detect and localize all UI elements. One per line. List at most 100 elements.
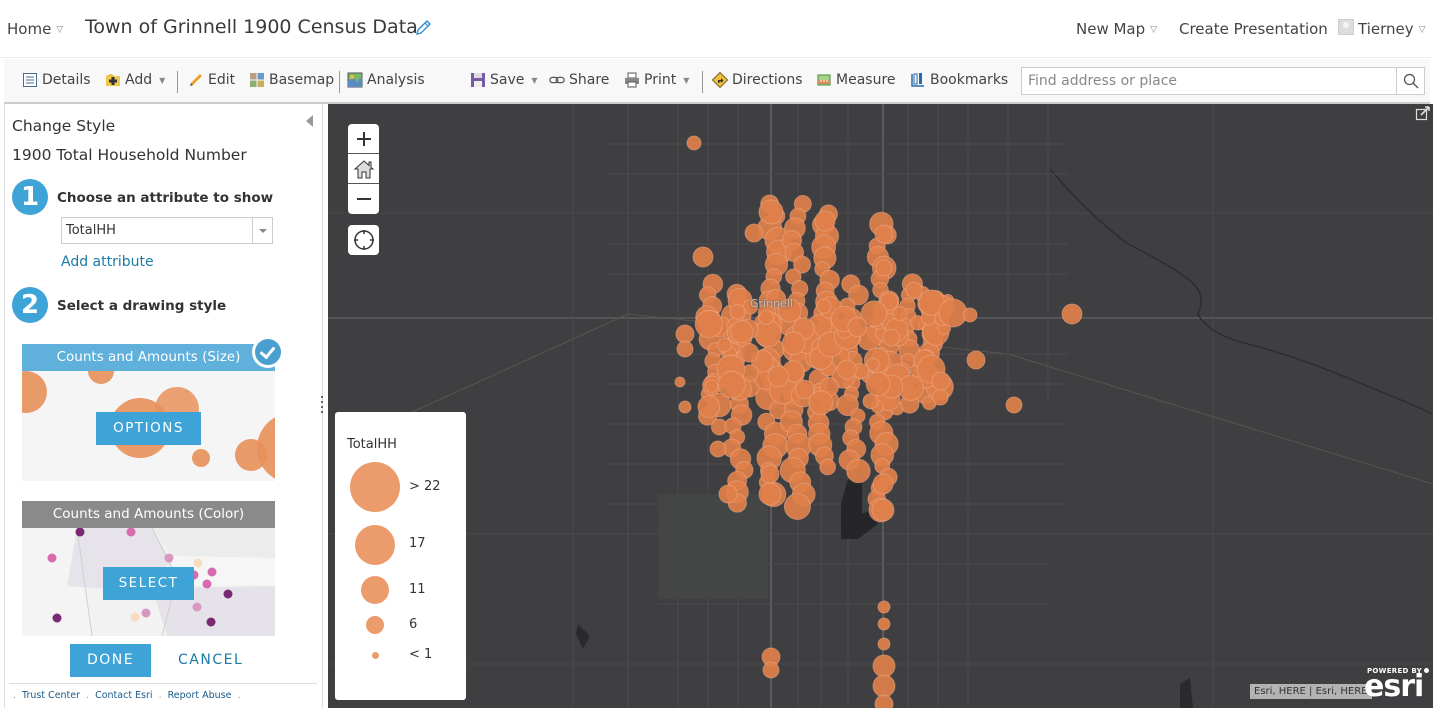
household-point[interactable] xyxy=(717,337,732,353)
options-button[interactable]: OPTIONS xyxy=(96,412,201,445)
household-point[interactable] xyxy=(872,473,894,495)
household-point[interactable] xyxy=(709,440,727,458)
cancel-button[interactable]: CANCEL xyxy=(178,652,243,668)
household-point[interactable] xyxy=(905,281,923,299)
household-point[interactable] xyxy=(931,371,951,391)
collapse-panel-icon[interactable] xyxy=(306,115,313,127)
household-point[interactable] xyxy=(704,379,719,393)
household-point[interactable] xyxy=(760,464,780,484)
household-point[interactable] xyxy=(686,135,702,151)
add-attribute-link[interactable]: Add attribute xyxy=(61,254,154,270)
household-point[interactable] xyxy=(846,458,871,484)
zoom-out-button[interactable] xyxy=(348,184,379,214)
zoom-in-button[interactable] xyxy=(348,124,379,154)
measure-button[interactable]: Measure xyxy=(816,72,896,88)
household-point[interactable] xyxy=(694,309,723,339)
style-card-color[interactable]: Counts and Amounts (Color) SELECT xyxy=(22,501,275,636)
household-point[interactable] xyxy=(697,395,721,419)
panel-resize-handle[interactable] xyxy=(321,396,324,414)
home-menu[interactable]: Home ▽ xyxy=(7,20,63,38)
select-style-button[interactable]: SELECT xyxy=(103,567,194,600)
household-point[interactable] xyxy=(874,694,894,708)
default-extent-button[interactable] xyxy=(348,154,379,184)
legend-symbol-circle xyxy=(372,652,379,659)
household-point[interactable] xyxy=(781,331,806,356)
directions-button[interactable]: Directions xyxy=(712,72,803,88)
household-point[interactable] xyxy=(1061,303,1083,325)
search-button[interactable] xyxy=(1396,68,1424,94)
household-point[interactable] xyxy=(874,224,894,244)
household-point[interactable] xyxy=(739,342,760,363)
household-point[interactable] xyxy=(730,320,754,344)
footer-divider xyxy=(9,683,317,684)
legend-label: > 22 xyxy=(409,479,441,494)
locate-button[interactable] xyxy=(348,225,379,255)
done-button[interactable]: DONE xyxy=(70,644,151,677)
household-point[interactable] xyxy=(877,600,891,614)
share-button[interactable]: Share xyxy=(549,72,609,88)
new-map-menu[interactable]: New Map ▽ xyxy=(1076,20,1157,38)
add-button[interactable]: Add ▼ xyxy=(105,72,165,88)
style-card-title: Counts and Amounts (Size) xyxy=(22,344,275,371)
household-point[interactable] xyxy=(872,654,896,678)
basemap-button[interactable]: Basemap xyxy=(249,72,334,88)
user-menu[interactable]: Tierney ▽ xyxy=(1358,20,1426,38)
household-point[interactable] xyxy=(962,307,978,323)
edit-title-pencil-icon[interactable] xyxy=(414,19,432,37)
report-abuse-link[interactable]: Report Abuse xyxy=(168,690,232,701)
print-button[interactable]: Print ▼ xyxy=(624,72,689,88)
household-point[interactable] xyxy=(814,210,836,232)
household-point[interactable] xyxy=(758,199,784,225)
legend-label: 11 xyxy=(409,582,426,597)
style-card-title: Counts and Amounts (Color) xyxy=(22,501,275,528)
household-point[interactable] xyxy=(678,400,692,414)
household-point[interactable] xyxy=(729,304,746,320)
household-point[interactable] xyxy=(932,388,949,406)
household-point[interactable] xyxy=(966,350,986,370)
household-point[interactable] xyxy=(847,316,868,338)
household-point[interactable] xyxy=(676,340,694,358)
household-point[interactable] xyxy=(718,484,738,504)
user-avatar[interactable] xyxy=(1338,19,1354,35)
map-legend: TotalHH > 22 17 11 6 < 1 xyxy=(335,412,466,700)
household-point[interactable] xyxy=(758,482,782,506)
trust-center-link[interactable]: Trust Center xyxy=(22,690,80,701)
expand-map-icon[interactable] xyxy=(1415,105,1431,121)
household-point[interactable] xyxy=(717,370,746,399)
household-point[interactable] xyxy=(783,492,811,521)
contact-esri-link[interactable]: Contact Esri xyxy=(95,690,152,701)
create-presentation-link[interactable]: Create Presentation xyxy=(1179,20,1328,38)
household-point[interactable] xyxy=(877,637,891,651)
attribute-select[interactable]: TotalHH xyxy=(61,217,273,244)
household-point[interactable] xyxy=(762,661,780,679)
save-button[interactable]: Save ▼ xyxy=(470,72,538,88)
household-point[interactable] xyxy=(877,617,891,631)
search-input[interactable] xyxy=(1022,68,1394,94)
details-button[interactable]: Details xyxy=(22,72,91,88)
household-point[interactable] xyxy=(837,359,857,380)
household-point[interactable] xyxy=(816,298,832,314)
footer-separator: . xyxy=(237,690,241,701)
style-card-size[interactable]: Counts and Amounts (Size) OPTIONS xyxy=(22,344,275,481)
legend-title: TotalHH xyxy=(347,437,397,452)
household-point[interactable] xyxy=(865,371,891,397)
household-point[interactable] xyxy=(872,674,896,698)
bookmarks-button[interactable]: Bookmarks xyxy=(910,72,1008,88)
household-point[interactable] xyxy=(758,309,774,325)
map-view[interactable]: Grinnell TotalHH > 22 17 11 6 < 1 Esri, … xyxy=(328,104,1433,708)
household-point[interactable] xyxy=(882,328,901,347)
edit-button[interactable]: Edit xyxy=(188,72,235,88)
household-point[interactable] xyxy=(808,390,834,416)
household-point[interactable] xyxy=(892,306,908,322)
household-point[interactable] xyxy=(819,458,837,476)
household-point[interactable] xyxy=(674,376,686,388)
analysis-button[interactable]: Analysis xyxy=(347,72,425,88)
household-point[interactable] xyxy=(744,223,764,243)
household-point[interactable] xyxy=(767,365,789,388)
household-point[interactable] xyxy=(692,246,714,268)
household-point[interactable] xyxy=(675,324,695,344)
household-point[interactable] xyxy=(875,259,893,277)
map-attribution[interactable]: Esri, HERE | Esri, HERE xyxy=(1250,684,1372,699)
household-point[interactable] xyxy=(871,498,895,522)
household-point[interactable] xyxy=(1005,396,1023,414)
